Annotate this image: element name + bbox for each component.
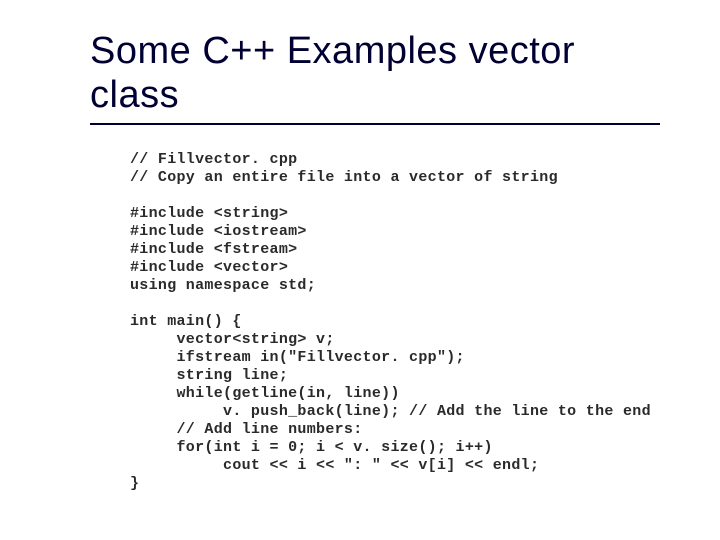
title-underline: [90, 123, 660, 125]
slide-title: Some C++ Examples vector class: [90, 30, 660, 117]
code-block: // Fillvector. cpp // Copy an entire fil…: [90, 151, 660, 493]
